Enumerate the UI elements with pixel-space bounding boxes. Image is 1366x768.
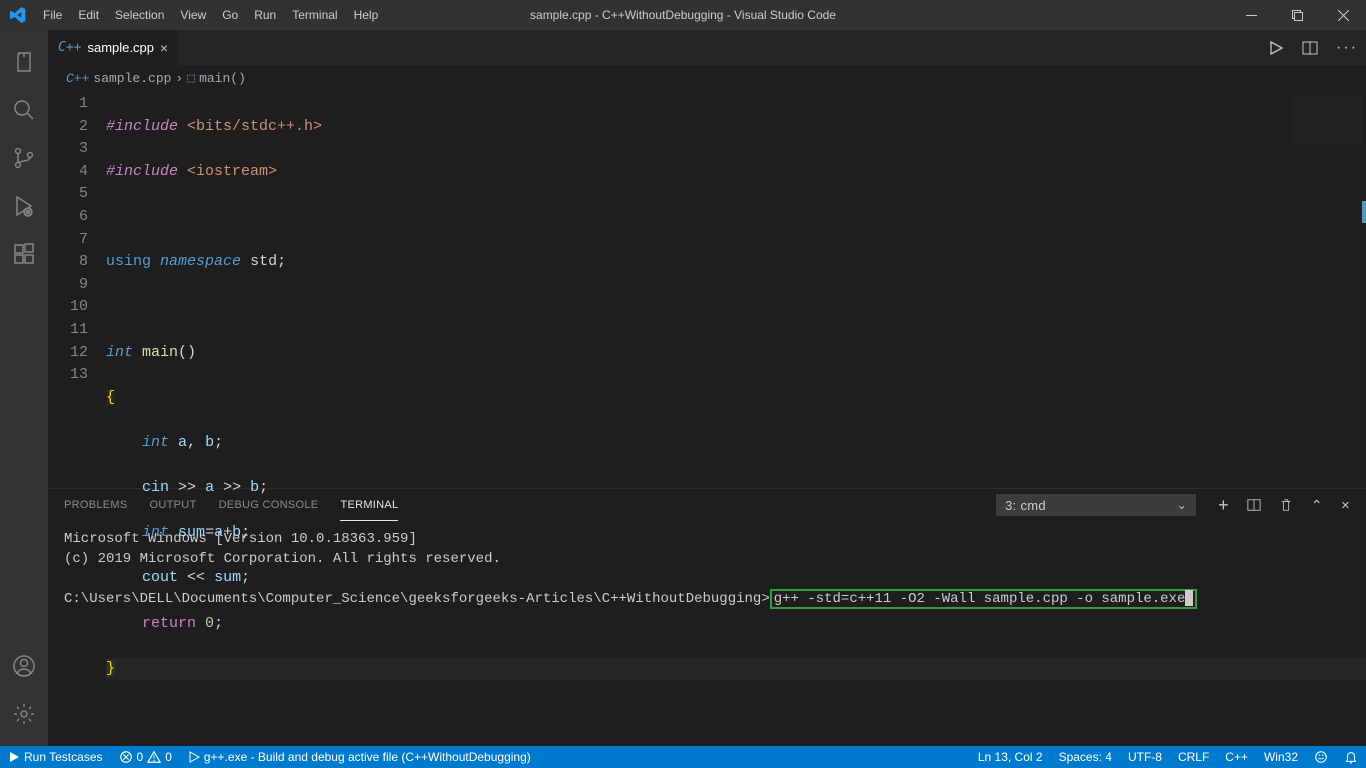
close-tab-icon[interactable]: × (160, 40, 168, 56)
vscode-logo-icon (0, 7, 35, 23)
breadcrumb[interactable]: C++ sample.cpp › ⬚ main() (48, 65, 1366, 91)
code-editor[interactable]: 123 456 789 101112 13 #include <bits/std… (48, 91, 1366, 488)
split-editor-icon[interactable] (1302, 40, 1318, 56)
settings-gear-icon[interactable] (0, 690, 48, 738)
status-indentation[interactable]: Spaces: 4 (1051, 746, 1120, 768)
run-debug-icon[interactable] (0, 182, 48, 230)
run-file-icon[interactable] (1268, 40, 1284, 56)
minimap[interactable] (1292, 95, 1362, 145)
menu-edit[interactable]: Edit (70, 0, 107, 30)
editor-tab-bar: C++ sample.cpp × ··· (48, 30, 1366, 65)
status-cursor-position[interactable]: Ln 13, Col 2 (970, 746, 1051, 768)
maximize-button[interactable] (1274, 0, 1320, 30)
status-platform[interactable]: Win32 (1256, 746, 1306, 768)
extensions-icon[interactable] (0, 230, 48, 278)
menu-selection[interactable]: Selection (107, 0, 172, 30)
menu-run[interactable]: Run (246, 0, 284, 30)
file-language-badge: C++ (58, 40, 81, 55)
menu-help[interactable]: Help (346, 0, 387, 30)
menu-go[interactable]: Go (214, 0, 246, 30)
menu-file[interactable]: File (35, 0, 70, 30)
menu-view[interactable]: View (172, 0, 214, 30)
chevron-right-icon: › (175, 71, 183, 86)
window-controls (1228, 0, 1366, 30)
explorer-icon[interactable] (0, 38, 48, 86)
source-control-icon[interactable] (0, 134, 48, 182)
minimize-button[interactable] (1228, 0, 1274, 30)
status-language[interactable]: C++ (1217, 746, 1256, 768)
status-bar: Run Testcases 0 0 g++.exe - Build and de… (0, 746, 1366, 768)
symbol-method-icon: ⬚ (187, 71, 195, 86)
line-number-gutter: 123 456 789 101112 13 (48, 91, 106, 488)
menu-bar: File Edit Selection View Go Run Terminal… (35, 0, 386, 30)
status-problems[interactable]: 0 0 (111, 746, 180, 768)
status-encoding[interactable]: UTF-8 (1120, 746, 1170, 768)
code-content[interactable]: #include <bits/stdc++.h> #include <iostr… (106, 91, 1366, 488)
status-eol[interactable]: CRLF (1170, 746, 1217, 768)
scrollbar-decoration (1362, 201, 1366, 223)
close-button[interactable] (1320, 0, 1366, 30)
breadcrumb-file: sample.cpp (93, 71, 171, 86)
status-run-testcases[interactable]: Run Testcases (0, 746, 111, 768)
status-build-task[interactable]: g++.exe - Build and debug active file (C… (180, 746, 539, 768)
status-notifications-icon[interactable] (1336, 746, 1366, 768)
editor-tab-sample[interactable]: C++ sample.cpp × (48, 30, 179, 65)
accounts-icon[interactable] (0, 642, 48, 690)
title-bar: File Edit Selection View Go Run Terminal… (0, 0, 1366, 30)
search-icon[interactable] (0, 86, 48, 134)
activity-bar (0, 30, 48, 746)
tab-filename: sample.cpp (87, 40, 153, 55)
breadcrumb-lang-badge: C++ (66, 71, 89, 86)
status-feedback-icon[interactable] (1306, 746, 1336, 768)
breadcrumb-symbol: main() (199, 71, 246, 86)
menu-terminal[interactable]: Terminal (284, 0, 345, 30)
more-actions-icon[interactable]: ··· (1336, 39, 1358, 57)
